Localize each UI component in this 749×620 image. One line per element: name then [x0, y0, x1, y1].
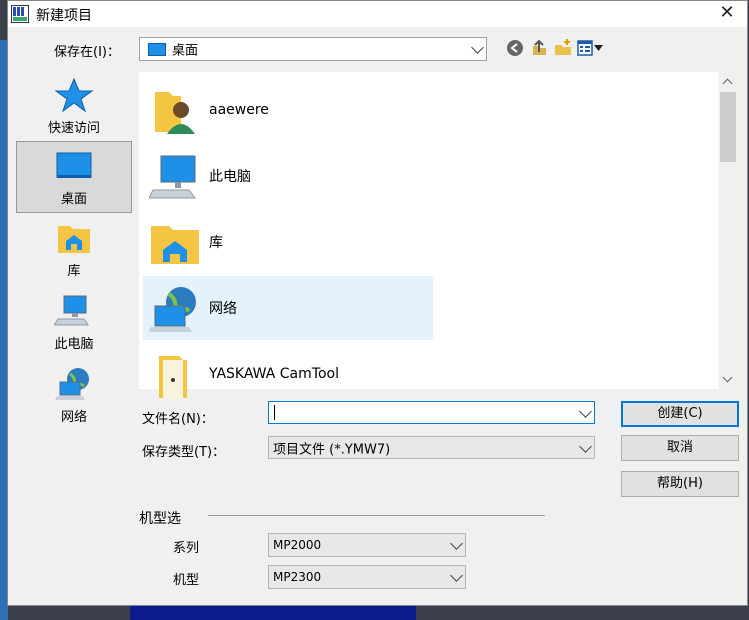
chevron-down-icon — [450, 569, 463, 582]
folder-icon — [159, 356, 187, 398]
network-icon — [149, 287, 196, 332]
file-name: 库 — [209, 235, 223, 251]
place-this-pc[interactable]: 此电脑 — [16, 287, 132, 359]
place-quick-access[interactable]: 快速访问 — [16, 71, 132, 143]
library-icon — [151, 226, 199, 264]
series-value: MP2000 — [273, 538, 322, 552]
computer-icon — [149, 155, 196, 199]
view-menu-button[interactable] — [577, 38, 605, 58]
close-button[interactable]: ✕ — [707, 1, 747, 27]
list-item[interactable]: 此电脑 — [143, 144, 433, 208]
background-window-strip — [130, 604, 416, 620]
list-item[interactable]: aaewere — [143, 78, 433, 142]
scroll-down-icon[interactable] — [722, 372, 733, 383]
scroll-up-icon[interactable] — [722, 78, 733, 89]
model-select[interactable]: MP2300 — [268, 565, 466, 589]
cancel-button[interactable]: 取消 — [621, 435, 739, 461]
list-item[interactable]: 库 — [143, 210, 433, 274]
places-bar: 快速访问 桌面 库 此电脑 网络 — [16, 71, 138, 431]
up-folder-icon[interactable] — [529, 38, 549, 58]
place-label: 桌面 — [60, 192, 87, 207]
computer-icon — [54, 295, 89, 326]
group-separator — [208, 515, 545, 516]
place-network[interactable]: 网络 — [16, 360, 132, 432]
filename-input[interactable] — [268, 401, 595, 424]
file-name: aaewere — [209, 102, 269, 118]
location-value: 桌面 — [172, 43, 199, 59]
app-icon — [11, 5, 29, 23]
list-item[interactable]: YASKAWA CamTool — [143, 342, 433, 406]
filename-label: 文件名(N)： — [142, 412, 214, 427]
view-menu-icon — [577, 40, 593, 56]
filetype-value: 项目文件 (*.YMW7) — [273, 442, 391, 457]
place-label: 网络 — [60, 410, 87, 425]
model-label: 机型 — [173, 573, 200, 588]
place-label: 库 — [67, 264, 81, 279]
file-name: 网络 — [209, 301, 237, 317]
list-item[interactable]: 网络 — [143, 276, 433, 340]
library-icon — [58, 226, 90, 253]
model-group-label: 机型选 — [139, 511, 181, 527]
window-title: 新建项目 — [36, 8, 92, 24]
chevron-down-icon — [579, 439, 592, 453]
chevron-down-icon — [450, 537, 463, 550]
filetype-label: 保存类型(T)： — [142, 445, 226, 460]
create-button[interactable]: 创建(C) — [621, 401, 739, 427]
desktop-icon — [148, 43, 166, 56]
model-value: MP2300 — [273, 570, 322, 584]
location-label: 保存在(I)： — [54, 45, 120, 60]
series-select[interactable]: MP2000 — [268, 533, 466, 557]
caret-down-icon — [594, 45, 603, 51]
user-folder-icon — [155, 92, 195, 134]
place-library[interactable]: 库 — [16, 214, 132, 286]
help-button[interactable]: 帮助(H) — [621, 471, 739, 497]
desktop-icon — [56, 152, 92, 178]
network-icon — [55, 368, 89, 400]
place-label: 此电脑 — [54, 337, 94, 352]
filetype-select[interactable]: 项目文件 (*.YMW7) — [268, 436, 595, 459]
text-cursor — [274, 405, 275, 420]
place-desktop[interactable]: 桌面 — [16, 141, 132, 213]
scrollbar-thumb[interactable] — [720, 92, 736, 162]
back-arrow-icon[interactable] — [505, 38, 525, 58]
file-list-scrollbar[interactable] — [719, 72, 737, 389]
place-label: 快速访问 — [47, 121, 100, 136]
close-icon: ✕ — [719, 2, 735, 23]
series-label: 系列 — [173, 541, 200, 556]
title-bar: 新建项目 ✕ — [8, 1, 747, 27]
star-icon — [54, 77, 94, 113]
location-combobox[interactable]: 桌面 — [139, 37, 487, 61]
new-folder-icon[interactable] — [553, 38, 573, 58]
chevron-down-icon — [579, 404, 592, 418]
file-name: 此电脑 — [209, 169, 251, 185]
file-name: YASKAWA CamTool — [209, 366, 339, 382]
file-list[interactable]: aaewere 此电脑 库 网络 YASKAWA CamTool — [139, 72, 719, 398]
chevron-down-icon — [471, 41, 484, 54]
new-project-dialog: 新建项目 ✕ 保存在(I)： 桌面 快速访问 桌面 库 此电脑 网络 aaewe… — [7, 0, 748, 606]
